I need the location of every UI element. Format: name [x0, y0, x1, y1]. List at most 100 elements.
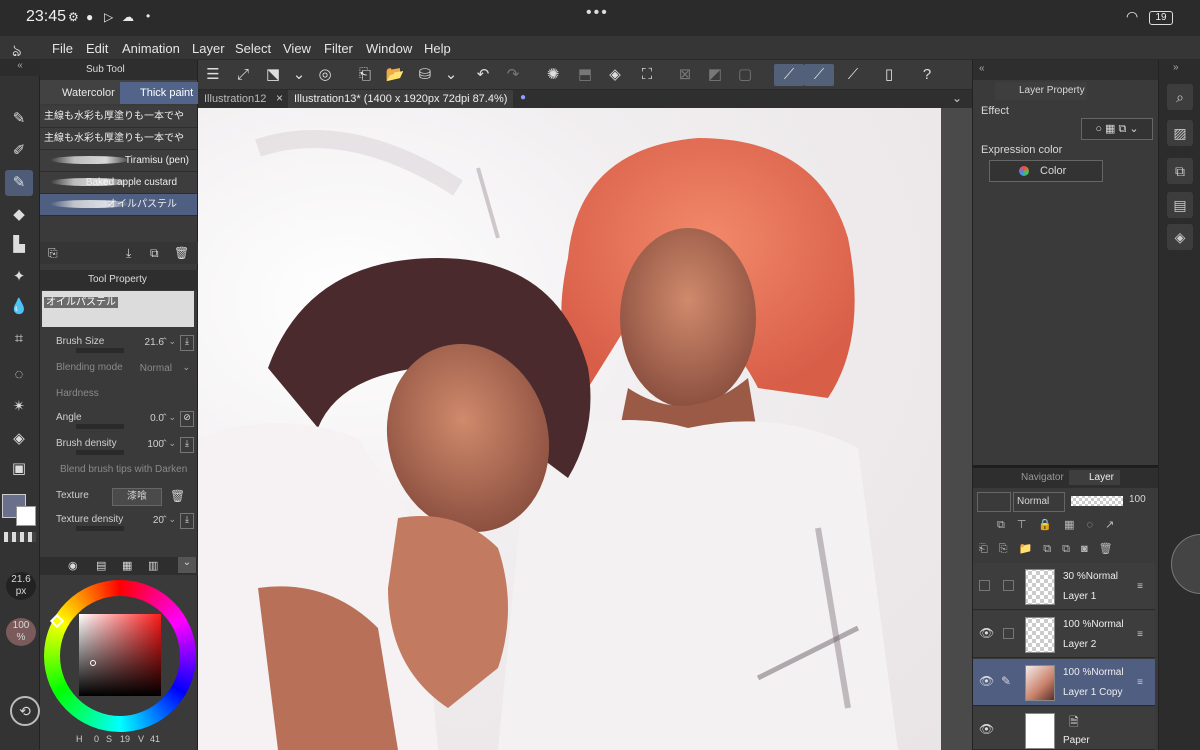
eraser-tool-icon[interactable]: ◆ [5, 202, 33, 228]
menu-edit[interactable]: Edit [86, 41, 108, 56]
brush-item[interactable]: 主線も水彩も厚塗りも一本でや [40, 128, 197, 150]
tab-layer[interactable]: Layer [1069, 470, 1121, 485]
color-slider-tab-icon[interactable]: ▥ [148, 559, 158, 572]
hardness-row[interactable]: Hardness [40, 384, 198, 408]
pencil-tool-icon[interactable]: ✐ [5, 138, 33, 164]
settings-download-icon[interactable]: ⤓ [180, 437, 194, 453]
menu-help[interactable]: Help [424, 41, 451, 56]
search-icon[interactable]: ⌕ [1167, 84, 1193, 110]
layer-actions-row2[interactable]: ⎗⎘📁⧉⧉◙🗑 [979, 542, 1155, 560]
transparent-color-icon[interactable] [4, 532, 36, 542]
layer-row-paper[interactable]: 👁 🗎 Paper [973, 707, 1155, 750]
menu-filter[interactable]: Filter [324, 41, 353, 56]
operation-tool-icon[interactable]: ⌗ [5, 326, 33, 352]
chevron-down-icon[interactable]: ⌄ [178, 557, 196, 573]
brush-size-slider[interactable] [76, 348, 124, 353]
tab-layer-property[interactable]: Layer Property [995, 82, 1087, 100]
eye-icon[interactable]: 👁 [979, 626, 994, 640]
menu-animation[interactable]: Animation [122, 41, 180, 56]
invert-selection-icon[interactable]: ◩ [704, 64, 726, 86]
layer-row-selected[interactable]: 👁 ✎ 100 %Normal Layer 1 Copy ≡ [973, 659, 1155, 706]
deselect-icon[interactable]: ⊠ [674, 64, 696, 86]
record-icon[interactable]: ◎ [314, 64, 336, 86]
delete-icon[interactable]: 🗑 [174, 246, 189, 260]
edge-keyboard-icon[interactable]: ⟲ [10, 696, 40, 726]
ruler-snap-icon[interactable]: ⟋ [774, 64, 804, 86]
selection-icon[interactable]: ▢ [734, 64, 756, 86]
menu-layer[interactable]: Layer [192, 41, 225, 56]
texture-density-slider[interactable] [76, 526, 124, 531]
window-dots-icon[interactable]: ••• [586, 4, 609, 22]
hamburger-menu-icon[interactable]: ☰ [202, 64, 224, 86]
brush-density-row[interactable]: Brush density 100 ⌃⌄ ⤓ [40, 434, 198, 458]
layer-actions-row1[interactable]: ⧉⊤🔒▦◌↗ [997, 518, 1157, 536]
opacity-field[interactable]: 100 [1129, 494, 1146, 505]
brush-size-row[interactable]: Brush Size 21.6 ⌃⌄ ⤓ [40, 332, 198, 356]
blend-tips-row[interactable]: Blend brush tips with Darken [40, 460, 198, 484]
texture-density-row[interactable]: Texture density 20 ⌃⌄ ⤓ [40, 510, 198, 534]
brush-density-slider[interactable] [76, 450, 124, 455]
magic-wand-icon[interactable]: ✴ [5, 394, 33, 420]
open-folder-icon[interactable]: 📂 [384, 64, 406, 86]
opacity-slider[interactable] [1071, 496, 1123, 506]
eye-icon[interactable]: 👁 [979, 674, 994, 688]
stepper-icon[interactable]: ⌃⌄ [161, 336, 176, 347]
brush-item-selected[interactable]: オイルパステル [40, 194, 197, 216]
doc-tab[interactable]: Illustration12 [198, 90, 272, 108]
layer-search-icon[interactable]: ⧉ [1167, 158, 1193, 184]
canvas-size-icon[interactable]: ⤢ [232, 64, 254, 86]
collapse-icon[interactable]: « [0, 60, 40, 76]
clear-icon[interactable]: ⬒ [574, 64, 596, 86]
pen-tool-icon[interactable]: ✎ [5, 106, 33, 132]
color-picker-handle[interactable] [90, 660, 96, 666]
stepper-icon[interactable]: ⌃⌄ [161, 412, 176, 423]
settings-download-icon[interactable]: ⤓ [180, 513, 194, 529]
crop-icon[interactable]: ⛶ [636, 64, 658, 86]
trash-icon[interactable]: 🗑 [170, 489, 185, 503]
layer-menu-icon[interactable]: ≡ [1137, 581, 1143, 592]
settings-icon[interactable]: ⊘ [180, 411, 194, 427]
sub-color-swatch[interactable] [16, 506, 36, 526]
brush-tool-icon[interactable]: ✎ [5, 170, 33, 196]
layer-row[interactable]: 👁 100 %Normal Layer 2 ≡ [973, 611, 1155, 658]
gradient-tool-icon[interactable]: ▣ [5, 456, 33, 482]
brush-item[interactable]: Tiramisu (pen) [40, 150, 197, 172]
undo-icon[interactable]: ↶ [472, 64, 494, 86]
sub-view-icon[interactable]: ▤ [1167, 192, 1193, 218]
fill-icon[interactable]: ◈ [604, 64, 626, 86]
collapse-icon[interactable]: « [979, 63, 985, 74]
loading-icon[interactable]: ✺ [542, 64, 564, 86]
settings-download-icon[interactable]: ⤓ [180, 335, 194, 351]
fill-tool-icon[interactable]: ◈ [5, 426, 33, 452]
download-icon[interactable]: ⤓ [126, 246, 131, 261]
decoration-tool-icon[interactable]: ✦ [5, 264, 33, 290]
pen-edit-icon[interactable]: ✎ [1001, 674, 1011, 688]
duplicate-icon[interactable]: ⧉ [150, 246, 159, 261]
eye-icon[interactable]: 👁 [979, 722, 994, 736]
brush-item[interactable]: Baked apple custard [40, 172, 197, 194]
new-file-icon[interactable]: ⎗ [354, 64, 376, 86]
expression-color-select[interactable]: Color [989, 160, 1103, 182]
layer-row[interactable]: 30 %Normal Layer 1 ≡ [973, 563, 1155, 610]
transform-icon[interactable]: ⬔ [262, 64, 284, 86]
redo-icon[interactable]: ↷ [502, 64, 524, 86]
saturation-value-square[interactable] [79, 614, 161, 696]
menu-file[interactable]: File [52, 41, 73, 56]
color-set-tab-icon[interactable]: ▤ [96, 559, 106, 572]
help-icon[interactable]: ? [916, 64, 938, 86]
grid-snap-icon[interactable]: ⟋ [842, 64, 864, 86]
edit-toggle[interactable] [1003, 628, 1014, 639]
stepper-icon[interactable]: ⌃⌄ [161, 438, 176, 449]
close-icon[interactable]: × [276, 91, 283, 105]
layer-menu-icon[interactable]: ≡ [1137, 629, 1143, 640]
menu-view[interactable]: View [283, 41, 311, 56]
special-ruler-icon[interactable]: ⟋ [804, 64, 834, 86]
edit-toggle[interactable] [1003, 580, 1014, 591]
opacity-indicator[interactable]: 100 % [6, 618, 36, 646]
airbrush-tool-icon[interactable]: ▙ [5, 232, 33, 258]
tab-thick-paint[interactable]: Thick paint [120, 82, 198, 104]
layers-icon[interactable]: ◈ [1167, 224, 1193, 250]
doc-tab-active[interactable]: Illustration13* (1400 x 1920px 72dpi 87.… [288, 90, 514, 108]
layer-menu-icon[interactable]: ≡ [1137, 677, 1143, 688]
visibility-toggle[interactable] [979, 580, 990, 591]
